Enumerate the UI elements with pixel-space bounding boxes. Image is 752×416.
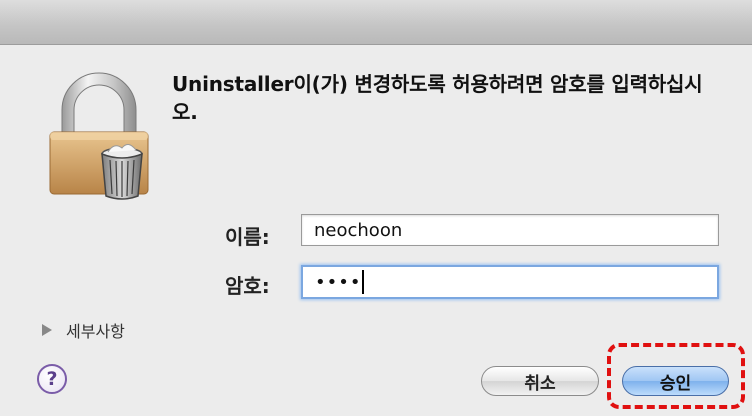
details-disclosure[interactable]: 세부사항 bbox=[42, 318, 125, 342]
cancel-button[interactable]: 취소 bbox=[481, 366, 599, 396]
lock-trash-icon bbox=[44, 72, 154, 202]
dialog-message: Uninstaller이(가) 변경하도록 허용하려면 암호를 입력하십시오. bbox=[172, 72, 703, 124]
text-caret bbox=[362, 270, 364, 294]
highlight-box bbox=[607, 343, 745, 409]
help-button[interactable]: ? bbox=[37, 364, 67, 394]
details-label: 세부사항 bbox=[66, 322, 125, 341]
window-title-bar[interactable] bbox=[0, 0, 752, 45]
name-label: 이름: bbox=[225, 225, 270, 249]
name-field[interactable] bbox=[301, 214, 719, 246]
password-label: 암호: bbox=[225, 274, 270, 298]
disclosure-triangle-icon[interactable] bbox=[42, 324, 52, 336]
